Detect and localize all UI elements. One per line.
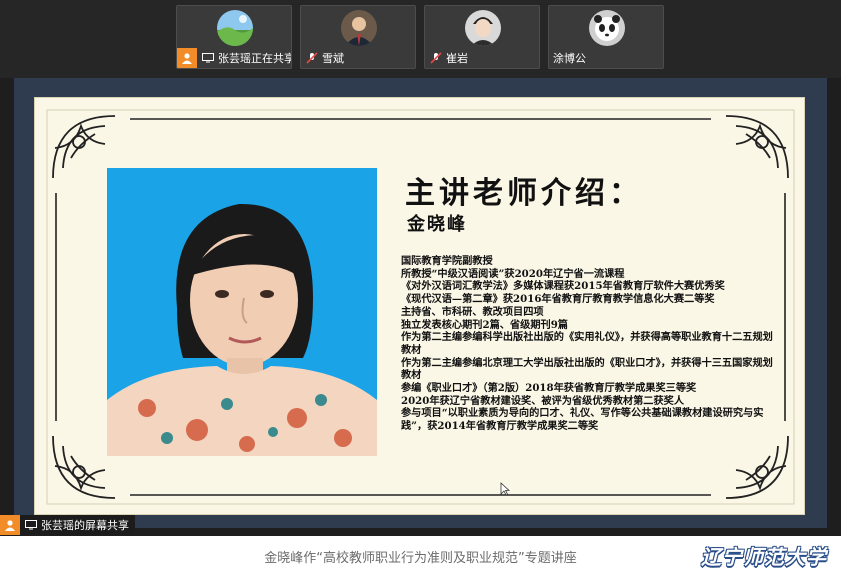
participant-tile[interactable]: 雪斌 [300, 5, 416, 69]
presentation-slide: 主讲老师介绍： 金晓峰 国际教育学院副教授 所教授“中级汉语阅读”获2020年辽… [34, 97, 805, 515]
participant-name: 涂博公 [553, 52, 586, 65]
bio-line: 作为第二主编参编科学出版社出版的《实用礼仪》，并获得高等职业教育十二五规划教材 [401, 331, 773, 356]
bio-line: 2020年获辽宁省教材建设奖、被评为省级优秀教材第二获奖人 [401, 394, 685, 407]
bio-line: 主持省、市科研、教改项目四项 [401, 305, 544, 318]
mouse-cursor-icon [500, 482, 510, 496]
share-badge-label: 张芸瑶的屏幕共享 [41, 519, 129, 532]
cartoon-man-avatar [465, 10, 501, 46]
participant-tile-host[interactable]: 张芸瑶正在共享 [176, 5, 292, 69]
speaker-bio: 国际教育学院副教授 所教授“中级汉语阅读”获2020年辽宁省一流课程 《对外汉语… [401, 255, 773, 433]
participant-tile[interactable]: 崔岩 [424, 5, 540, 69]
screen-share-icon [201, 51, 215, 65]
landscape-avatar [217, 10, 253, 46]
participant-namebar: 张芸瑶正在共享 [177, 48, 292, 68]
bio-line: 国际教育学院副教授 [401, 255, 493, 267]
screen-share-icon [24, 518, 38, 532]
bio-line: 《对外汉语词汇教学法》多媒体课程获2015年省教育厅软件大赛优秀奖 [401, 280, 725, 293]
university-logo: 辽宁师范大学 [701, 545, 827, 569]
participant-namebar: 雪斌 [301, 48, 344, 68]
participant-strip: 张芸瑶正在共享 雪斌 崔岩 涂博公 [0, 0, 841, 78]
participant-name: 张芸瑶正在共享 [218, 52, 292, 65]
bio-line: 独立发表核心期刊2篇、省级期刊9篇 [401, 318, 568, 331]
man-suit-avatar [341, 10, 377, 46]
participant-namebar: 崔岩 [425, 48, 468, 68]
muted-mic-icon [305, 51, 319, 65]
bio-line: 参与项目“以职业素质为导向的口才、礼仪、写作等公共基础课教材建设研究与实践”，获… [401, 407, 764, 433]
speaker-name: 金晓峰 [407, 214, 467, 235]
person-icon [177, 48, 197, 68]
slide-title: 主讲老师介绍： [405, 176, 643, 211]
muted-mic-icon [429, 51, 443, 65]
panda-avatar [589, 10, 625, 46]
participant-name: 雪斌 [322, 52, 344, 65]
person-icon [0, 515, 20, 535]
bio-line: 参编《职业口才》（第2版）2018年获省教育厅教学成果奖三等奖 [401, 382, 697, 395]
speaker-photo [107, 168, 377, 456]
participant-tile[interactable]: 涂博公 [548, 5, 664, 69]
participant-namebar: 涂博公 [549, 48, 586, 68]
caption-bar: 金晓峰作“高校教师职业行为准则及职业规范”专题讲座 辽宁师范大学 [0, 536, 841, 577]
bio-line: 《现代汉语—第二章》获2016年省教育厅教育教学信息化大赛二等奖 [401, 293, 715, 306]
bio-line: 作为第二主编参编北京理工大学出版社出版的《职业口才》，并获得十三五国家规划教材 [401, 356, 773, 382]
screen-share-badge[interactable]: 张芸瑶的屏幕共享 [0, 515, 135, 535]
participant-name: 崔岩 [446, 52, 468, 65]
bio-line: 所教授“中级汉语阅读”获2020年辽宁省一流课程 [401, 267, 625, 280]
